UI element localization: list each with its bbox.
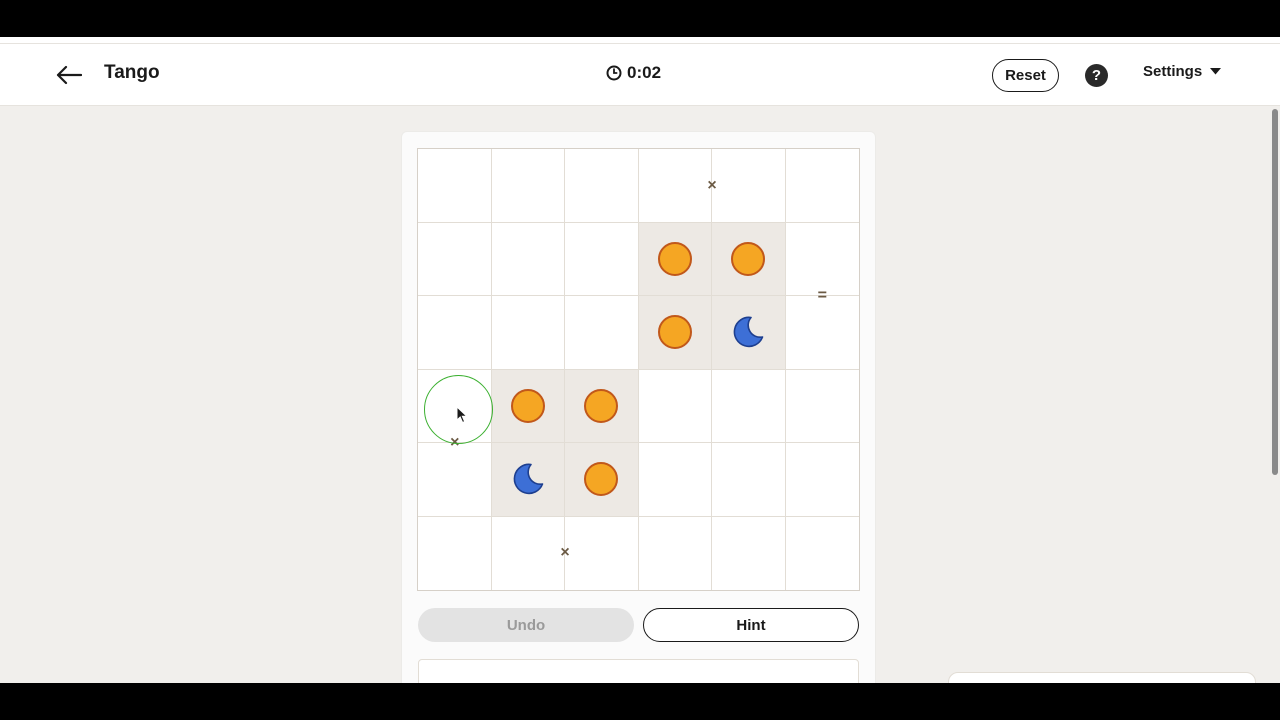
board-cell[interactable]	[491, 296, 565, 370]
board-cell[interactable]	[638, 149, 712, 223]
board-cell[interactable]	[785, 222, 859, 296]
board-cell[interactable]	[418, 296, 492, 370]
board-cell[interactable]	[712, 222, 786, 296]
board-cell[interactable]	[712, 369, 786, 443]
game-header: Tango 0:02 Reset ? Settings	[0, 44, 1280, 106]
board-cell[interactable]	[638, 296, 712, 370]
board-cell[interactable]	[785, 369, 859, 443]
board-cell[interactable]	[712, 296, 786, 370]
page-scrollbar[interactable]	[1272, 109, 1278, 475]
board-cell[interactable]	[565, 296, 639, 370]
hint-button[interactable]: Hint	[643, 608, 859, 642]
settings-label: Settings	[1143, 63, 1203, 80]
settings-dropdown[interactable]: Settings	[1143, 63, 1222, 80]
caret-down-icon	[1210, 68, 1222, 75]
opposite-constraint-icon: ×	[560, 544, 570, 562]
board-cell[interactable]	[638, 369, 712, 443]
sun-icon	[731, 241, 766, 276]
board-cell[interactable]	[418, 149, 492, 223]
board-cell[interactable]	[565, 369, 639, 443]
board-cell[interactable]	[785, 149, 859, 223]
board-cell[interactable]	[712, 516, 786, 590]
sun-icon	[584, 388, 619, 423]
board-cell[interactable]	[491, 369, 565, 443]
browser-strip	[0, 37, 1280, 44]
back-button[interactable]	[52, 58, 86, 92]
board-cell[interactable]	[491, 443, 565, 517]
mouse-cursor-icon	[456, 406, 468, 424]
sun-icon	[657, 315, 692, 350]
game-board: × = × ×	[417, 148, 860, 591]
app-viewport: Tango 0:02 Reset ? Settings × = × × Undo Hi…	[0, 37, 1280, 683]
reset-button[interactable]: Reset	[992, 59, 1059, 92]
help-icon[interactable]: ?	[1085, 64, 1108, 87]
sun-icon	[657, 241, 692, 276]
board-cell[interactable]	[712, 443, 786, 517]
moon-icon	[733, 316, 764, 348]
board-cell[interactable]	[785, 296, 859, 370]
clock-icon	[606, 65, 622, 81]
board-cell[interactable]	[785, 443, 859, 517]
board-cell[interactable]	[785, 516, 859, 590]
sun-icon	[510, 388, 545, 423]
board-cell[interactable]	[565, 443, 639, 517]
timer-value: 0:02	[627, 63, 662, 82]
board-cell[interactable]	[638, 222, 712, 296]
board-cell[interactable]	[491, 149, 565, 223]
board-cell[interactable]	[491, 222, 565, 296]
game-title: Tango	[104, 62, 160, 83]
board-cell[interactable]	[565, 149, 639, 223]
board-cell[interactable]	[491, 516, 565, 590]
undo-button[interactable]: Undo	[418, 608, 634, 642]
board-cell[interactable]	[565, 516, 639, 590]
board-cell[interactable]	[565, 222, 639, 296]
timer: 0:02	[606, 63, 661, 83]
chat-widget[interactable]	[948, 672, 1256, 683]
equal-constraint-icon: =	[817, 287, 827, 304]
board-cell[interactable]	[638, 443, 712, 517]
moon-icon	[513, 463, 544, 495]
sun-icon	[584, 462, 619, 497]
opposite-constraint-icon: ×	[707, 176, 717, 194]
board-cell[interactable]	[418, 443, 492, 517]
board-cell[interactable]	[418, 516, 492, 590]
info-panel	[418, 659, 859, 683]
arrow-left-icon	[56, 65, 82, 85]
board-cell[interactable]	[418, 222, 492, 296]
board-cell[interactable]	[712, 149, 786, 223]
board-cell[interactable]	[638, 516, 712, 590]
